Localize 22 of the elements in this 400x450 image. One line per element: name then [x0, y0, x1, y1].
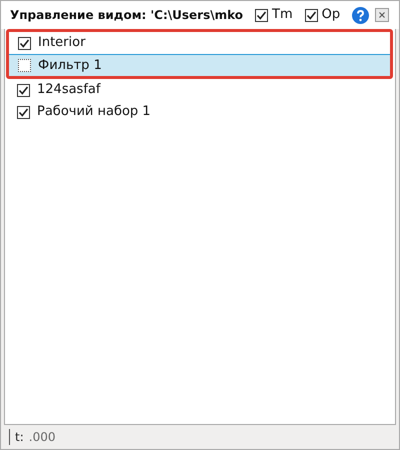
list-item[interactable]: Рабочий набор 1 — [5, 101, 395, 123]
checkbox[interactable] — [17, 106, 30, 118]
toggle-label[interactable]: Tm — [272, 5, 293, 25]
toggle-label[interactable]: Op — [322, 5, 340, 25]
item-label: Interior — [38, 34, 86, 52]
close-button[interactable] — [375, 8, 390, 22]
checkbox[interactable] — [18, 36, 31, 50]
list-item-selected[interactable]: Фильтр 1 — [9, 54, 390, 76]
status-value: .000 — [28, 429, 56, 446]
item-label: Фильтр 1 — [38, 56, 102, 75]
close-icon — [379, 12, 386, 18]
checkbox[interactable] — [255, 8, 268, 22]
checkbox[interactable] — [17, 84, 30, 96]
checkbox[interactable] — [304, 8, 318, 22]
list-item[interactable]: Interior — [9, 32, 390, 54]
status-label: t: — [15, 429, 24, 446]
item-label: Рабочий набор 1 — [37, 103, 151, 122]
help-icon[interactable] — [352, 6, 370, 24]
list-item[interactable]: 124sasfaf — [5, 79, 395, 101]
window-title: Управление видом: 'C:\Users\mko — [10, 7, 244, 24]
item-label: 124sasfaf — [37, 81, 100, 100]
checkbox[interactable] — [18, 59, 31, 72]
